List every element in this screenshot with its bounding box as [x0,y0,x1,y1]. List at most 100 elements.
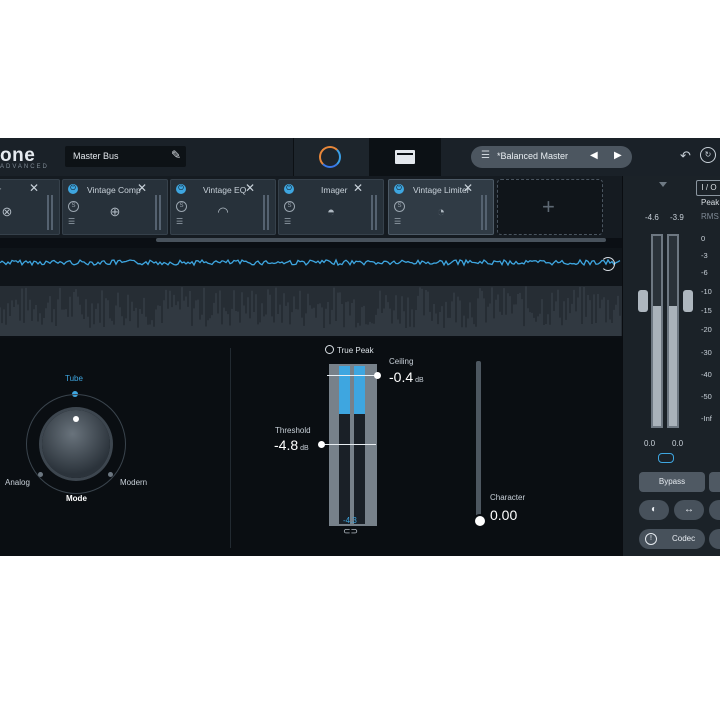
mode-option-modern[interactable]: Modern [120,478,147,487]
module-vintage-eq[interactable]: ⏻ Vintage EQ ✕ S ☰ ◠ [170,179,276,235]
character-value[interactable]: 0.00 [490,507,517,523]
close-icon[interactable]: ✕ [245,181,255,195]
io-toggle-button[interactable]: I / O [696,180,720,196]
ceiling-value: -0.4 [389,369,414,385]
next-preset-icon[interactable]: ▶ [614,150,622,161]
limiter-meter-right [354,366,365,524]
meter-level-right [669,306,677,426]
module-fader[interactable] [371,195,377,230]
ceiling-unit: dB [415,377,424,384]
input-right-value: -3.9 [670,213,684,222]
module-stabilizer[interactable]: bilizer ✕ ⊗ [0,179,60,235]
link-icon[interactable] [658,453,674,463]
module-fader[interactable] [481,195,487,230]
solo-icon[interactable]: S [68,201,79,212]
list-icon[interactable]: ☰ [481,150,490,161]
output-left-value: 0.0 [644,439,656,448]
ceiling-line [327,375,379,376]
module-fader[interactable] [263,195,269,230]
limiter-meter-left [339,366,350,524]
menu-icon[interactable]: ☰ [284,217,291,226]
module-label: bilizer [0,185,1,195]
waveform-graphic [0,258,622,336]
limiter-meter [329,364,377,526]
module-vintage-comp[interactable]: ⏻ Vintage Comp ✕ S ☰ ⊕ [62,179,168,235]
plus-icon: + [542,194,555,219]
extra-button-2[interactable] [709,529,720,549]
module-fader[interactable] [47,195,53,230]
module-imager[interactable]: ⏻ Imager ✕ S ☰ ◓ [278,179,384,235]
imager-icon: ◓ [327,204,335,219]
input-gain-handle[interactable] [638,290,648,312]
assistant-view-button[interactable] [369,138,441,176]
power-icon[interactable]: ⏻ [284,184,294,194]
codec-button[interactable]: ! Codec [639,529,705,549]
pencil-icon[interactable]: ✎ [171,148,181,162]
output-meter-right [667,234,679,428]
arrows-button[interactable]: ↔ [674,500,704,520]
threshold-handle[interactable] [318,441,325,448]
module-chain: bilizer ✕ ⊗ ⏻ Vintage Comp ✕ S ☰ ⊕ ⏻ Vin… [0,176,622,238]
mode-option-tube[interactable]: Tube [65,374,83,383]
menu-icon[interactable]: ☰ [68,217,75,226]
ceiling-handle[interactable] [374,372,381,379]
history-icon[interactable]: ↻ [700,147,716,163]
character-handle[interactable] [473,514,487,528]
undo-icon[interactable]: ↶ [680,148,691,164]
threshold-value: -4.8 [274,437,299,453]
gain-reduction-waveform [0,248,622,336]
power-icon[interactable]: ⏻ [68,184,78,194]
scale-label: -6 [701,268,708,277]
threshold-line [322,444,376,445]
previous-preset-icon[interactable]: ◀ [590,150,598,161]
ceiling-value-field[interactable]: -0.4 dB [389,369,424,385]
swap-button[interactable]: ◐ [639,500,669,520]
close-icon[interactable]: ✕ [353,181,363,195]
menu-icon[interactable]: ☰ [176,217,183,226]
threshold-value-field[interactable]: -4.8 dB [274,437,309,453]
mode-option-analog[interactable]: Analog [5,478,30,487]
scale-label: -15 [701,306,712,315]
preset-selector[interactable]: ☰ *Balanced Master ◀ ▶ [471,146,632,168]
peak-label[interactable]: Peak [701,198,719,207]
close-icon[interactable]: ✕ [463,181,473,195]
close-icon[interactable]: ✕ [29,181,39,195]
input-left-value: -4.6 [645,213,659,222]
bus-name-field[interactable]: Master Bus ✎ [65,146,186,167]
bypass-secondary-button[interactable] [709,472,720,492]
link-icon[interactable]: ⊂⊃ [343,526,358,537]
solo-icon[interactable]: S [176,201,187,212]
gain-reduction-readout: -4.3 [343,516,357,525]
preset-name: *Balanced Master [497,151,569,161]
character-slider[interactable] [476,361,481,521]
bus-name-text: Master Bus [73,151,119,161]
menu-icon[interactable]: ☰ [394,217,401,226]
add-module-button[interactable]: + [497,179,603,235]
io-panel: I / O Peak RMS -4.6 -3.9 0 -3 -6 -10 -15… [622,176,720,556]
meter-level-left [653,306,661,426]
reset-icon[interactable] [601,257,615,271]
solo-icon[interactable]: S [394,201,405,212]
module-fader[interactable] [155,195,161,230]
collapse-triangle-icon[interactable] [659,182,667,187]
scale-label: -Inf [701,414,712,423]
rms-label[interactable]: RMS [701,212,719,221]
power-icon[interactable]: ⏻ [394,184,404,194]
power-icon[interactable]: ⏻ [176,184,186,194]
mode-analog-indicator [38,472,43,477]
module-vintage-limiter[interactable]: ⏻ Vintage Limiter ✕ S ☰ ◔ [388,179,494,235]
master-assistant-logo-button[interactable] [293,138,369,176]
solo-icon[interactable]: S [284,201,295,212]
limiter-icon: ◔ [437,204,445,219]
assistant-icon [395,150,415,164]
extra-button[interactable] [709,500,720,520]
bypass-button[interactable]: Bypass [639,472,705,492]
compressor-icon: ⊕ [109,204,121,219]
close-icon[interactable]: ✕ [137,181,147,195]
true-peak-toggle[interactable]: True Peak [325,345,374,355]
output-gain-handle[interactable] [683,290,693,312]
ozone-app-window: one ADVANCED Master Bus ✎ ☰ *Balanced Ma… [0,138,720,556]
module-chain-scrollbar[interactable] [156,238,606,242]
codec-icon: ! [645,533,657,545]
scale-label: -30 [701,348,712,357]
